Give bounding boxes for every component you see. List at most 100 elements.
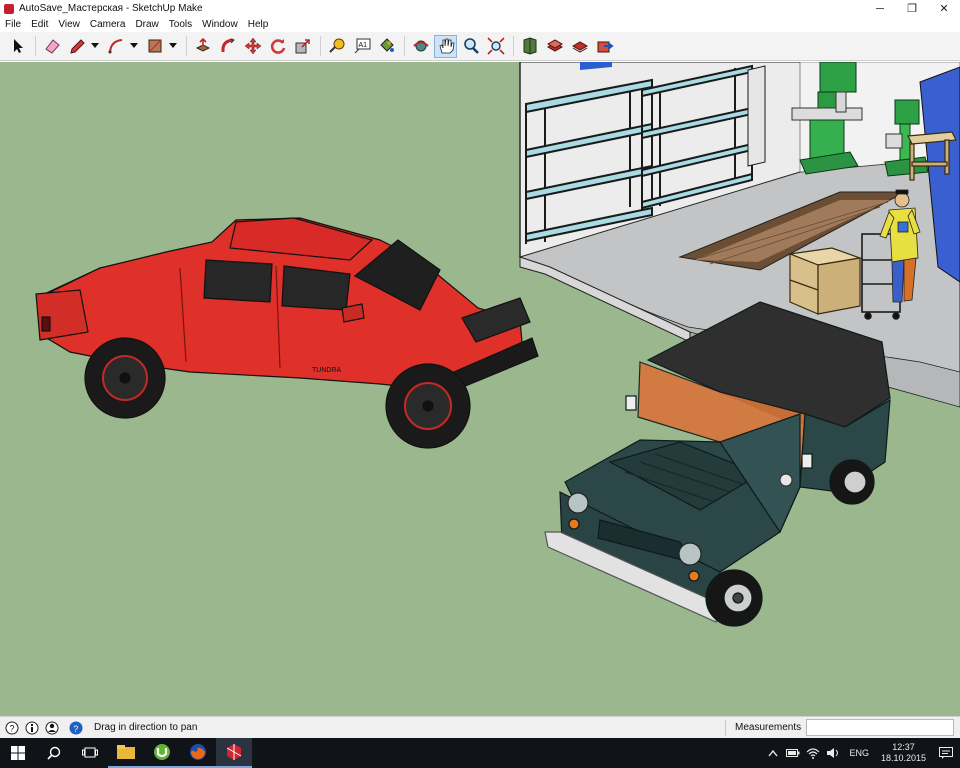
menu-tools[interactable]: Tools [164,19,197,30]
clock-time: 12:37 [892,742,915,752]
line-tool-dropdown[interactable] [90,35,100,58]
green-uaz-jeep [544,301,891,627]
line-tool-button[interactable] [65,35,88,58]
paint-bucket-icon [379,38,394,52]
zoom-tool-button[interactable] [459,35,482,58]
task-view-button[interactable] [72,738,108,768]
menu-camera[interactable]: Camera [85,19,131,30]
truck-badge: TUNDRA [312,367,341,374]
system-tray: ENG 12:37 18.10.2015 [763,738,960,768]
toolbar-separator [513,36,514,56]
arc-tool-dropdown[interactable] [129,35,139,58]
user-icon [45,721,59,734]
push-pull-icon [195,37,210,52]
toolbar-separator [320,36,321,56]
sign-in-button[interactable] [44,720,60,736]
rectangle-tool-button[interactable] [143,35,166,58]
select-icon [13,39,23,53]
firefox-icon [190,744,206,760]
minimize-button[interactable]: ─ [864,0,896,17]
taskbar-sketchup[interactable] [216,738,252,768]
menu-view[interactable]: View [53,19,85,30]
3d-warehouse-icon [523,37,536,55]
extension-warehouse-button[interactable] [543,35,566,58]
rectangle-tool-dropdown[interactable] [168,35,178,58]
battery-button[interactable] [786,746,800,760]
pan-tool-button[interactable] [434,34,457,58]
eraser-tool-button[interactable] [40,35,63,58]
menu-window[interactable]: Window [197,19,243,30]
arc-icon [108,39,122,54]
menu-edit[interactable]: Edit [26,19,53,30]
zoom-extents-tool-button[interactable] [484,35,507,58]
text-icon: A1 [354,38,370,54]
show-hidden-icons-button[interactable] [766,746,780,760]
tape-measure-tool-button[interactable] [325,35,348,58]
notification-icon [939,747,953,759]
start-button[interactable] [0,738,36,768]
instructor-button[interactable]: ? [68,720,84,736]
network-button[interactable] [806,746,820,760]
battery-icon [786,749,800,757]
select-tool-button[interactable] [6,35,29,58]
maximize-button[interactable]: ❐ [896,0,928,17]
measurements-label: Measurements [735,722,802,733]
menu-bar: File Edit View Camera Draw Tools Window … [0,17,960,32]
model-viewport[interactable]: TUNDRA [0,62,960,716]
share-model-button[interactable] [593,35,616,58]
volume-button[interactable] [826,746,840,760]
help-circle-icon: ? [5,721,19,734]
rotate-tool-button[interactable] [266,35,289,58]
follow-me-tool-button[interactable] [216,35,239,58]
svg-text:?: ? [10,723,15,733]
share-model-icon [597,41,614,53]
file-explorer-icon [117,745,135,759]
sketchup-app-icon [4,3,14,14]
menu-help[interactable]: Help [243,19,274,30]
text-tool-button[interactable]: A1 [350,35,373,58]
info-circle-icon [25,721,39,734]
svg-text:?: ? [73,723,78,733]
wifi-icon [807,748,820,759]
taskbar-utorrent[interactable] [144,738,180,768]
search-button[interactable] [36,738,72,768]
follow-me-icon [220,38,235,53]
orbit-icon [412,40,429,52]
red-pickup-truck: TUNDRA [35,217,539,449]
push-pull-tool-button[interactable] [191,35,214,58]
windows-start-icon [11,746,25,760]
sketchup-window: AutoSave_Мастерская - SketchUp Make ─ ❐ … [0,0,960,768]
chevron-up-icon [768,749,778,757]
clock-date: 18.10.2015 [880,753,926,763]
clock[interactable]: 12:37 18.10.2015 [881,742,926,764]
question-blue-icon: ? [69,721,83,734]
zoom-icon [463,38,479,54]
volume-icon [827,748,839,758]
layout-button[interactable] [568,35,591,58]
text-tool-label: A1 [358,42,367,49]
status-message: Drag in direction to pan [94,722,198,733]
taskbar-file-explorer[interactable] [108,738,144,768]
layout-icon [571,41,588,53]
menu-file[interactable]: File [0,19,26,30]
toolbar-separator [35,36,36,56]
arc-tool-button[interactable] [104,35,127,58]
chevron-down-icon [130,43,138,48]
chevron-down-icon [169,43,177,48]
input-language-indicator[interactable]: ENG [849,748,869,758]
3d-warehouse-button[interactable] [518,35,541,58]
menu-draw[interactable]: Draw [130,19,163,30]
paint-bucket-tool-button[interactable] [375,35,398,58]
scale-tool-button[interactable] [291,35,314,58]
rectangle-icon [148,39,161,53]
credits-button[interactable] [24,720,40,736]
extension-warehouse-icon [546,39,563,52]
move-tool-button[interactable] [241,35,264,58]
action-center-button[interactable] [932,738,960,768]
geo-location-button[interactable]: ? [4,720,20,736]
measurements-input[interactable] [806,719,954,736]
orbit-tool-button[interactable] [409,35,432,58]
taskbar-firefox[interactable] [180,738,216,768]
window-title: AutoSave_Мастерская - SketchUp Make [19,3,203,14]
close-button[interactable]: ✕ [928,0,960,17]
